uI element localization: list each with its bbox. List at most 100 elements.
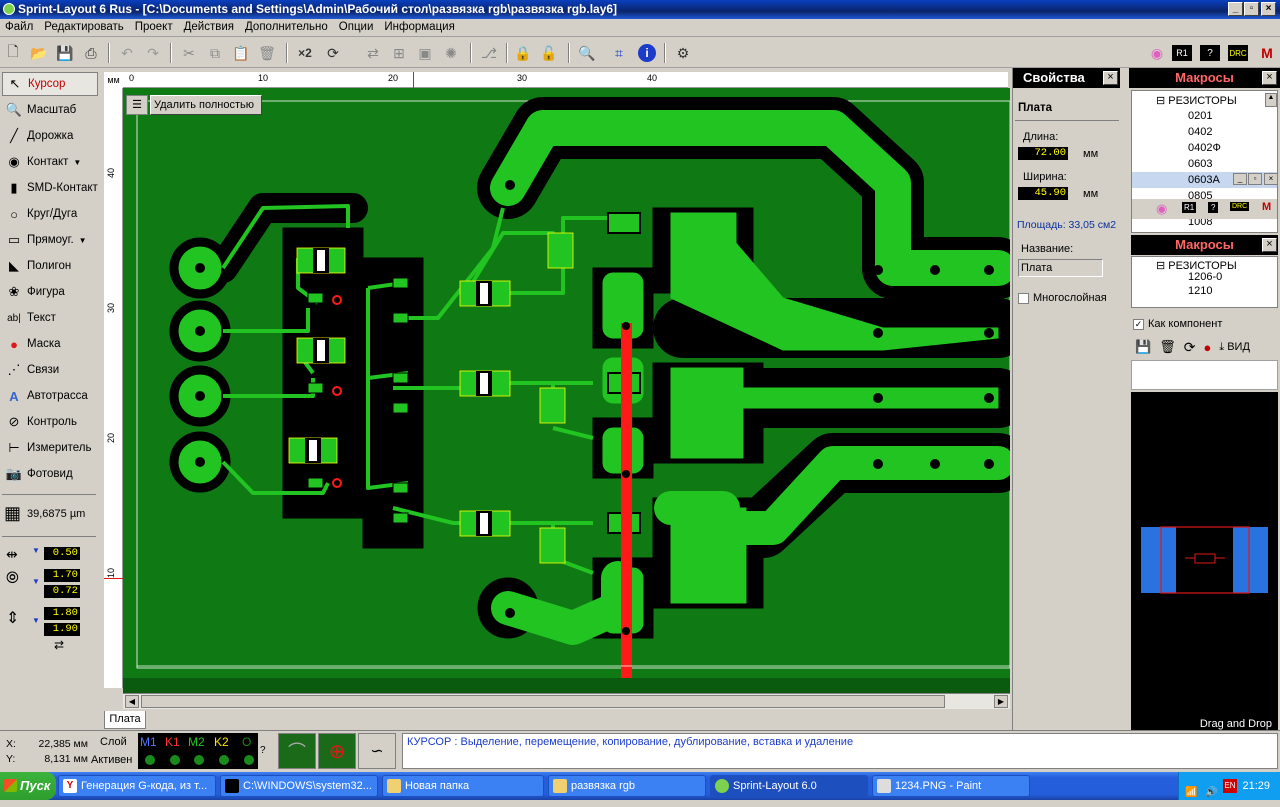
cut-icon[interactable]: ✂ [178,42,200,64]
tool-polygon[interactable]: ◣ Полигон [2,254,98,278]
task-item[interactable]: C:\WINDOWS\system32... [220,775,378,797]
dropdown-arrow-icon[interactable]: ▼ [32,546,40,555]
macro-item[interactable]: 0402Ф [1188,142,1221,154]
tool-smd[interactable]: ▮ SMD-Контакт [2,176,98,200]
macros-tree-secondary[interactable]: ⊟ РЕЗИСТОРЫ 1206-0 1210 [1131,256,1278,308]
volume-icon[interactable]: 🔊 [1205,779,1217,807]
layer-active-dot[interactable] [145,755,155,765]
layer-o[interactable]: O [242,735,251,749]
tool-measure[interactable]: ⊢ Измеритель [2,436,98,460]
pad-inner-value[interactable]: 0.72 [44,585,80,598]
delete-icon[interactable]: 🗑 [1159,339,1176,355]
menu-edit[interactable]: Редактировать [39,19,129,33]
smd-height-value[interactable]: 1.90 [44,623,80,636]
menu-project[interactable]: Проект [130,19,179,33]
curve-icon[interactable]: ∽ [358,733,396,769]
r1-icon[interactable]: R1 [1172,45,1192,61]
scroll-right-icon[interactable]: ▶ [994,695,1008,708]
task-item[interactable]: 1234.PNG - Paint [872,775,1030,797]
start-button[interactable]: Пуск [0,772,56,800]
menu-options[interactable]: Опции [334,19,380,33]
tool-zoom[interactable]: 🔍 Масштаб [2,98,98,122]
macro-item[interactable]: 1210 [1188,285,1212,297]
save-icon[interactable]: 💾 [54,42,76,64]
horizontal-scrollbar[interactable]: ◀ ▶ [123,693,1010,709]
macro-item[interactable]: 0603 [1188,158,1212,170]
menu-file[interactable]: Файл [0,19,39,33]
drc-icon[interactable]: DRC [1228,45,1248,61]
tool-photoview[interactable]: 📷 Фотовид [2,462,98,486]
dropdown-arrow-icon[interactable]: ▼ [32,616,40,625]
restore-icon[interactable]: ▫ [1248,173,1262,185]
view-button[interactable]: ⤓ ВИД [1219,341,1250,354]
macro-item[interactable]: 0402 [1188,126,1212,138]
menu-info[interactable]: Информация [379,19,460,33]
circle-tool-icon[interactable]: ◉ [1156,201,1167,217]
refresh-icon[interactable]: ⟳ [1184,339,1196,356]
tool-rectangle[interactable]: ▭ Прямоуг. ▼ [2,228,98,252]
layer-active-dot[interactable] [219,755,229,765]
menu-extra[interactable]: Дополнительно [240,19,334,33]
undo-icon[interactable]: ↶ [116,42,138,64]
copy-icon[interactable]: ⧉ [204,42,226,64]
unlock-icon[interactable]: 🔓 [538,42,560,64]
multilayer-checkbox[interactable]: Многослойная [1018,292,1107,304]
track-mode-icon[interactable]: ⌒ [278,733,316,769]
maximize-button[interactable]: ▫ [1244,2,1259,16]
language-icon[interactable]: EN [1223,779,1237,793]
drc-icon[interactable]: DRC [1230,202,1250,211]
tool-connections[interactable]: ⋰ Связи [2,358,98,382]
dropdown-arrow-icon[interactable]: ▼ [79,236,87,245]
tool-check[interactable]: ⊘ Контроль [2,410,98,434]
pad-outer-value[interactable]: 1.70 [44,569,80,582]
paste-icon[interactable]: 📋 [230,42,252,64]
mirror-icon[interactable]: ⇄ [362,42,384,64]
tool-shape[interactable]: ❀ Фигура [2,280,98,304]
as-component-checkbox[interactable]: ✓ Как компонент [1133,318,1222,330]
help-icon[interactable]: ? [1200,45,1220,61]
tool-autoroute[interactable]: A Автотрасса [2,384,98,408]
record-icon[interactable]: ● [1203,340,1211,355]
tool-track[interactable]: ╱ Дорожка [2,124,98,148]
menu-actions[interactable]: Действия [179,19,240,33]
scroll-left-icon[interactable]: ◀ [125,695,139,708]
layer-active-dot[interactable] [244,755,254,765]
tool-text[interactable]: ab| Текст [2,306,98,330]
layer-k2[interactable]: K2 [214,735,229,749]
print-icon[interactable]: ⎙ [80,42,102,64]
layer-m1[interactable]: M1 [140,735,157,749]
minimize-icon[interactable]: _ [1233,173,1247,185]
layer-m2[interactable]: M2 [188,735,205,749]
delete-icon[interactable]: 🗑 [256,42,278,64]
swap-icon[interactable]: ⇄ [54,638,64,652]
task-item[interactable]: Новая папка [382,775,544,797]
name-input[interactable]: Плата [1018,259,1103,277]
close-icon[interactable]: × [1103,71,1118,85]
width-input[interactable]: 45.90 [1018,187,1068,200]
new-file-icon[interactable]: 🗋 [2,42,24,64]
gear-icon[interactable]: ⚙ [672,42,694,64]
task-item[interactable]: Y Генерация G-кода, из т... [58,775,216,797]
scroll-up-icon[interactable]: ▲ [1265,93,1277,107]
macro-item[interactable]: 0201 [1188,110,1212,122]
redo-icon[interactable]: ↷ [142,42,164,64]
delete-all-button[interactable]: Удалить полностью [150,95,262,115]
crop-icon[interactable]: ⌗ [608,42,630,64]
tool-mask[interactable]: ● Маска [2,332,98,356]
macro-item[interactable]: 1206-0 [1188,271,1222,283]
tool-pad[interactable]: ◉ Контакт ▼ [2,150,98,174]
macro-m-icon[interactable]: M [1262,201,1271,213]
rotate-icon[interactable]: ⟳ [322,42,344,64]
dropdown-arrow-icon[interactable]: ▼ [32,577,40,586]
layer-help-icon[interactable]: ? [260,745,266,756]
pcb-board[interactable] [123,88,1010,693]
tool-circle[interactable]: ○ Круг/Дуга [2,202,98,226]
network-icon[interactable]: 📶 [1185,779,1197,807]
macro-m-icon[interactable]: M [1256,42,1278,64]
track-width-value[interactable]: 0.50 [44,547,80,560]
circle-tool-icon[interactable]: ◉ [1146,42,1168,64]
zoom-icon[interactable]: 🔍 [576,42,598,64]
info-icon[interactable]: i [638,44,656,62]
group-icon[interactable]: ▣ [414,42,436,64]
open-folder-icon[interactable]: 📂 [28,42,50,64]
